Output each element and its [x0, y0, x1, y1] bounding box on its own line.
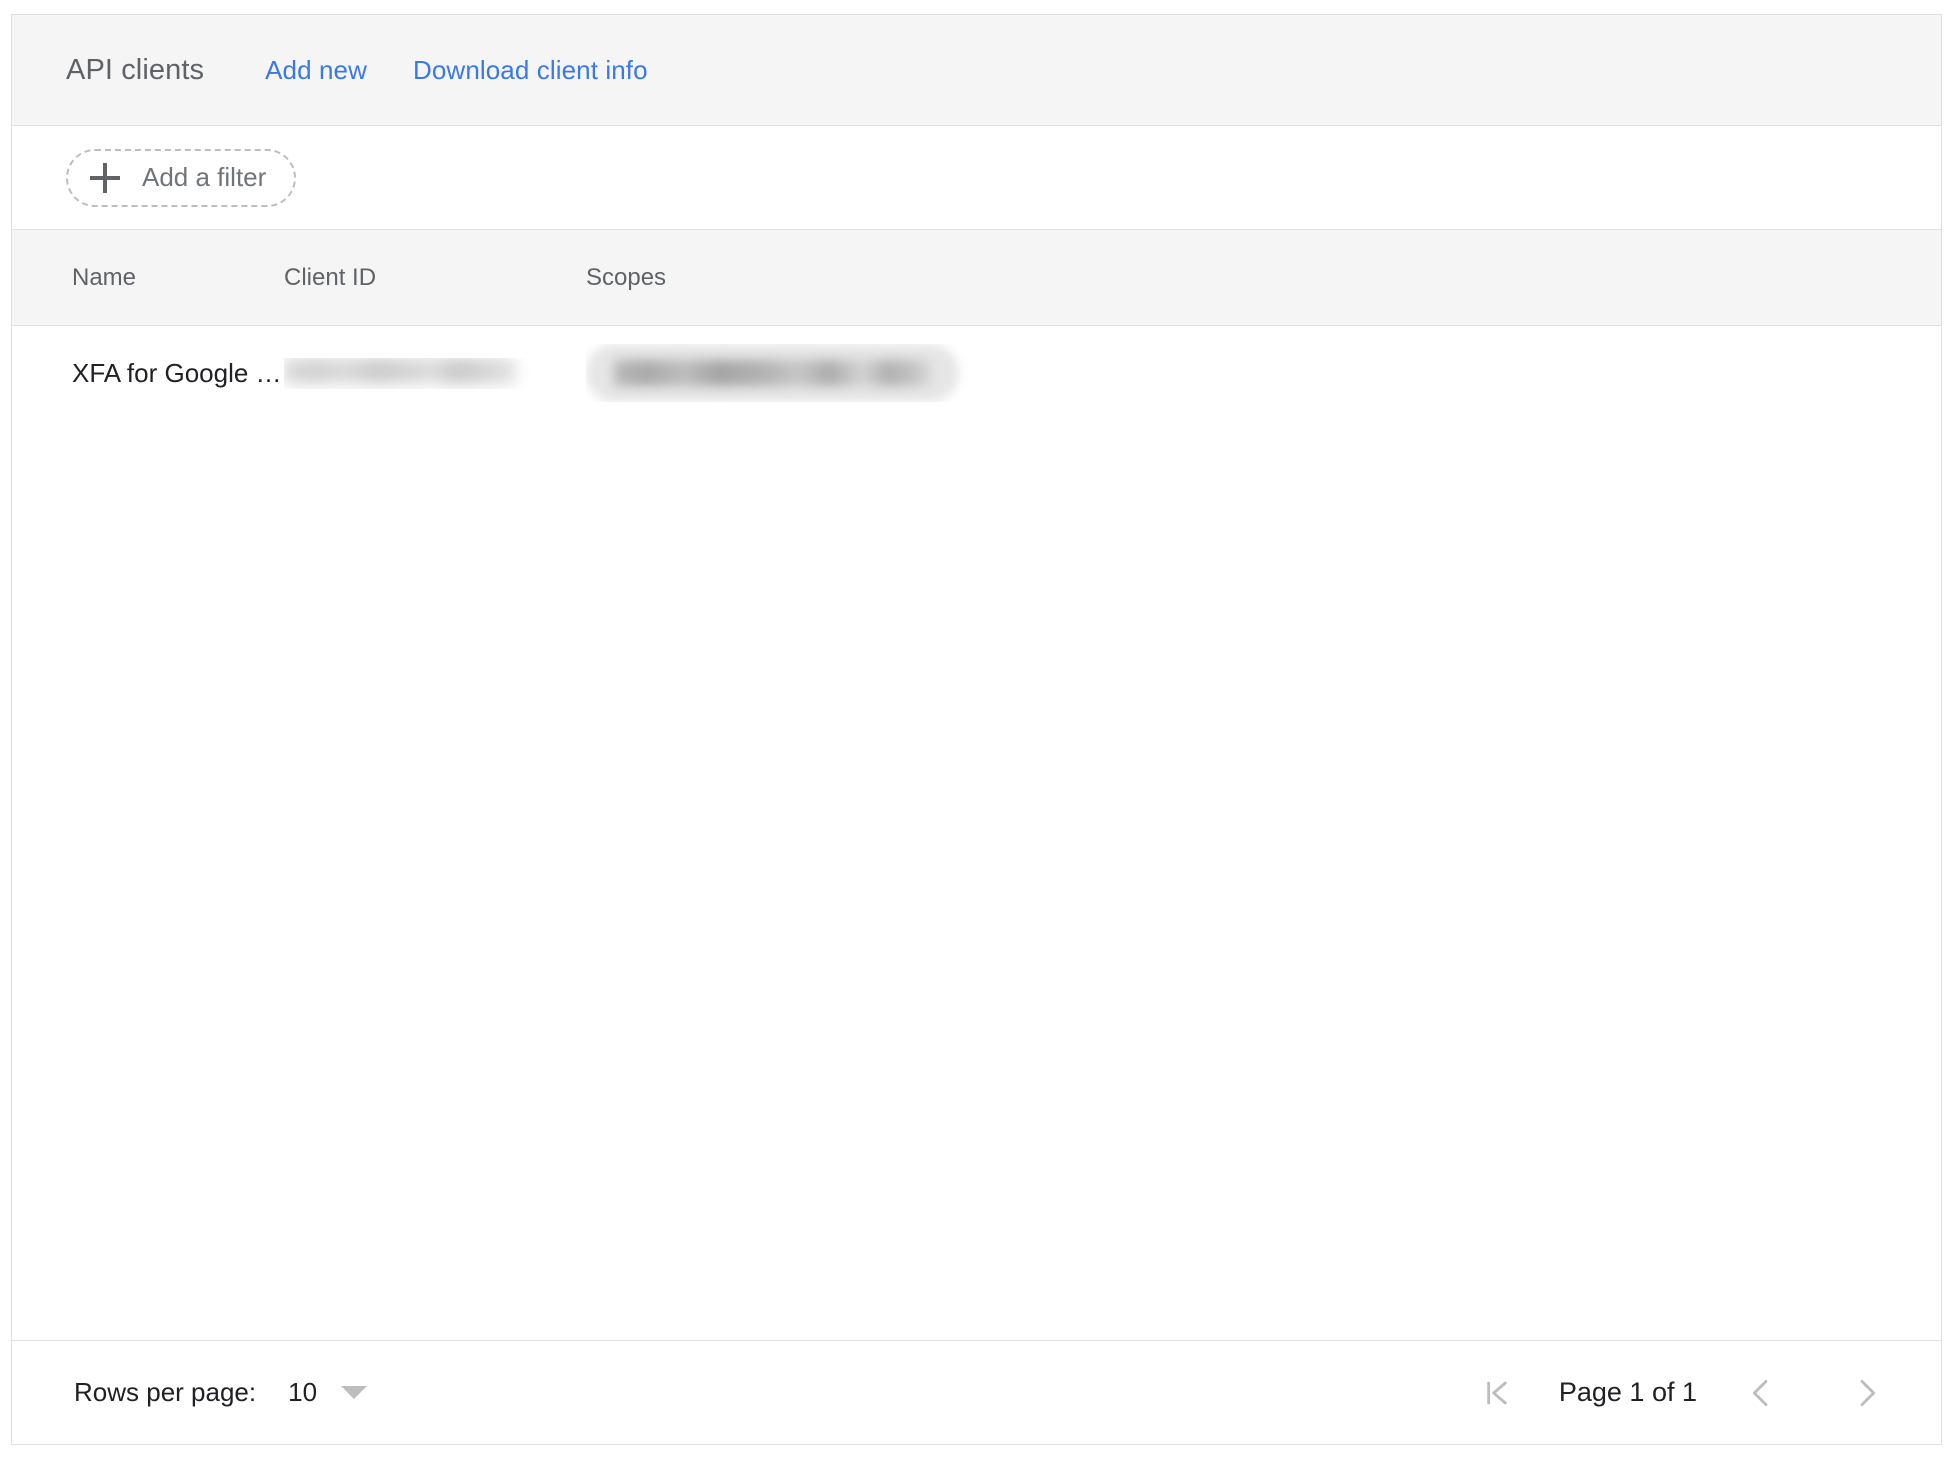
toolbar: API clients Add new Download client info: [12, 15, 1941, 126]
page-title: API clients: [66, 53, 205, 86]
add-filter-button[interactable]: Add a filter: [66, 148, 297, 207]
table-body: XFA for Google …: [12, 326, 1941, 1340]
redacted-scopes-text: [613, 360, 932, 386]
add-new-link[interactable]: Add new: [265, 55, 367, 86]
column-header-scopes[interactable]: Scopes: [586, 264, 1941, 292]
page-indicator: Page 1 of 1: [1558, 1377, 1697, 1407]
rows-per-page-value: 10: [288, 1377, 318, 1407]
previous-page-button[interactable]: [1741, 1373, 1781, 1413]
cell-name: XFA for Google …: [72, 357, 282, 388]
chevron-left-icon: [1752, 1379, 1768, 1406]
caret-down-icon: [341, 1386, 368, 1399]
redacted-client-id: [284, 357, 516, 384]
download-client-info-link[interactable]: Download client info: [413, 55, 648, 86]
table-header-row: Name Client ID Scopes: [12, 230, 1941, 326]
rows-per-page-select[interactable]: 10: [288, 1377, 368, 1408]
add-filter-label: Add a filter: [142, 162, 267, 192]
pagination-controls: Page 1 of 1: [1477, 1373, 1887, 1413]
table-footer: Rows per page: 10 Page 1 of 1: [12, 1340, 1941, 1444]
first-page-button[interactable]: [1477, 1373, 1517, 1413]
column-header-name[interactable]: Name: [12, 264, 284, 292]
plus-icon: [90, 162, 120, 193]
table-row[interactable]: XFA for Google …: [12, 326, 1941, 420]
chevron-right-icon: [1860, 1379, 1876, 1406]
first-page-icon: [1487, 1381, 1507, 1404]
redacted-scopes-chip: [586, 344, 959, 402]
cell-scopes: [586, 344, 1941, 402]
filter-bar: Add a filter: [12, 126, 1941, 230]
rows-per-page-label: Rows per page:: [74, 1377, 257, 1407]
api-clients-table: Name Client ID Scopes XFA for Google …: [12, 230, 1941, 1340]
column-header-client-id[interactable]: Client ID: [284, 264, 586, 292]
api-clients-card: API clients Add new Download client info…: [11, 14, 1942, 1445]
api-clients-page: API clients Add new Download client info…: [0, 0, 1954, 1460]
cell-client-id: [284, 357, 586, 389]
next-page-button[interactable]: [1847, 1373, 1887, 1413]
